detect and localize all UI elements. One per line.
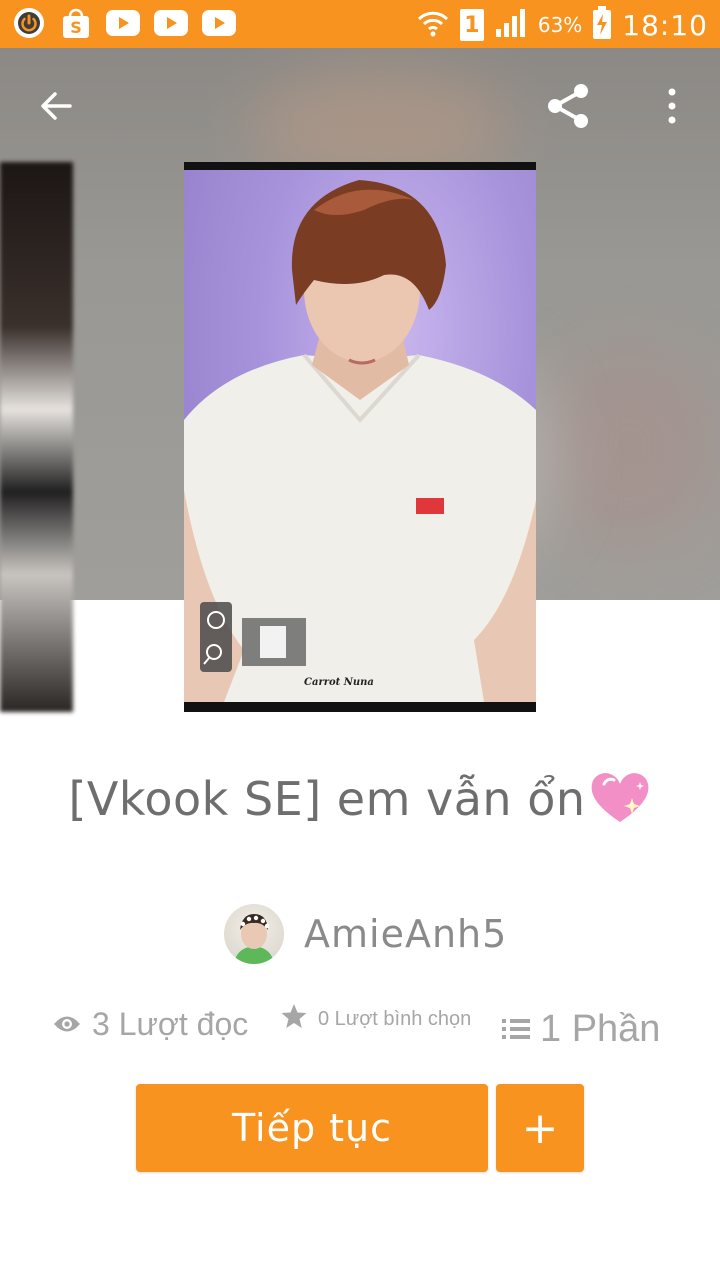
star-icon bbox=[280, 1002, 318, 1036]
author-link[interactable]: AmieAnh5 bbox=[224, 902, 507, 966]
eye-icon bbox=[52, 1006, 92, 1043]
notification-icons: S bbox=[12, 6, 236, 44]
story-stats: 3 Lượt đọc 0 Lượt bình chọn 1 Phần bbox=[52, 998, 672, 1058]
cover-image: Carrot Nuna bbox=[184, 170, 536, 702]
status-bar: S 1 63% 18:10 bbox=[0, 0, 720, 48]
votes-count: 0 Lượt bình chọn bbox=[318, 1007, 472, 1030]
battery-charging-icon bbox=[592, 6, 612, 44]
list-icon bbox=[502, 1008, 540, 1051]
adjacent-story-cover[interactable] bbox=[0, 162, 73, 712]
youtube-icon bbox=[106, 10, 140, 40]
arrow-left-icon[interactable] bbox=[36, 86, 76, 126]
svg-text:S: S bbox=[70, 18, 82, 37]
add-to-library-button[interactable]: + bbox=[496, 1084, 584, 1172]
story-title: [Vkook SE] em vẫn ổn bbox=[0, 768, 720, 837]
reads-count: 3 Lượt đọc bbox=[92, 1006, 249, 1042]
avatar bbox=[224, 904, 284, 964]
more-vertical-icon[interactable] bbox=[660, 86, 684, 126]
votes-stat: 0 Lượt bình chọn bbox=[280, 1002, 471, 1036]
system-status: 1 63% 18:10 bbox=[416, 6, 708, 44]
sparkling-heart-icon bbox=[588, 768, 652, 837]
youtube-icon bbox=[202, 10, 236, 40]
battery-percent: 63% bbox=[537, 13, 583, 37]
power-app-icon bbox=[12, 6, 46, 44]
cover-watermark: Carrot Nuna bbox=[304, 677, 374, 688]
wifi-icon bbox=[416, 6, 450, 44]
clock: 18:10 bbox=[622, 8, 708, 42]
sim-badge: 1 bbox=[459, 9, 484, 41]
signal-icon bbox=[494, 7, 528, 43]
story-cover[interactable]: Carrot Nuna bbox=[184, 162, 536, 712]
youtube-icon bbox=[154, 10, 188, 40]
reads-stat: 3 Lượt đọc bbox=[52, 1006, 248, 1043]
author-name: AmieAnh5 bbox=[304, 912, 508, 956]
share-icon[interactable] bbox=[542, 80, 594, 132]
shopee-icon: S bbox=[60, 6, 92, 44]
story-title-text: [Vkook SE] em vẫn ổn bbox=[68, 772, 586, 826]
parts-count: 1 Phần bbox=[540, 1008, 661, 1050]
parts-stat: 1 Phần bbox=[502, 1008, 660, 1051]
continue-reading-button[interactable]: Tiếp tục bbox=[136, 1084, 488, 1172]
